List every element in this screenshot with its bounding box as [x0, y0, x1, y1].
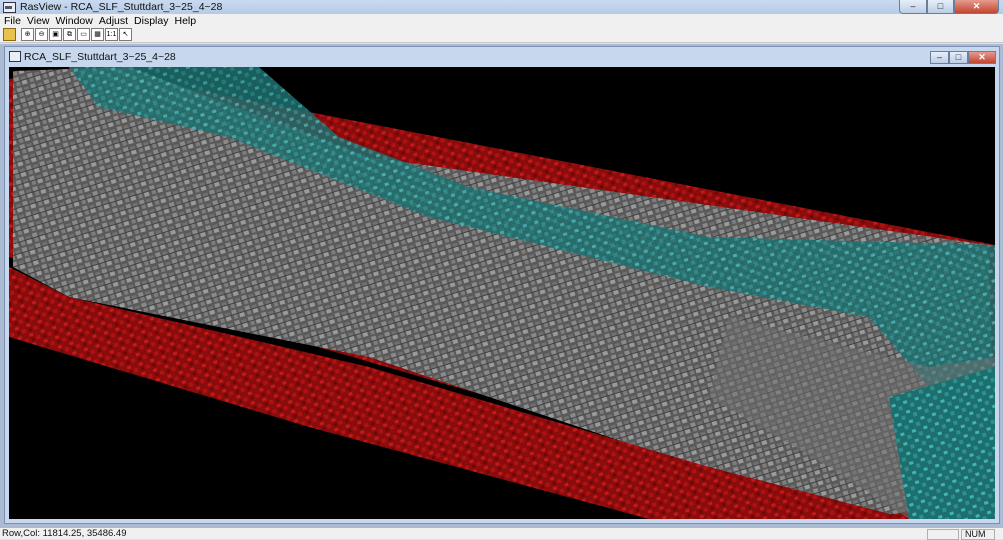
doc-close-button[interactable]: ✕ [968, 51, 996, 64]
doc-maximize-button[interactable]: □ [949, 51, 968, 64]
zoom-in-button[interactable]: ⊕ [21, 28, 34, 41]
document-title-bar[interactable]: RCA_SLF_Stuttdart_3~25_4~28 – □ ✕ [5, 47, 999, 66]
app-title-bar: RasView - RCA_SLF_Stuttdart_3~25_4~28 – … [0, 0, 1003, 14]
close-button[interactable]: ✕ [954, 0, 999, 14]
menu-display[interactable]: Display [131, 15, 171, 27]
maximize-button[interactable]: □ [927, 0, 954, 14]
app-title: RasView - RCA_SLF_Stuttdart_3~25_4~28 [20, 1, 223, 13]
view-grid-button[interactable]: ▦ [91, 28, 104, 41]
actual-size-button[interactable]: 1:1 [105, 28, 118, 41]
menu-file[interactable]: File [0, 15, 24, 27]
view-one-button[interactable]: ▭ [77, 28, 90, 41]
minimize-button[interactable]: – [899, 0, 927, 14]
status-bar: Row,Col: 11814.25, 35486.49 NUM [0, 528, 1003, 540]
view-one-icon: ▭ [80, 31, 87, 38]
toolbar: ⊕ ⊖ ▣ ⧉ ▭ ▦ 1:1 ↖ [0, 27, 1003, 43]
menu-adjust[interactable]: Adjust [96, 15, 131, 27]
document-window-controls: – □ ✕ [930, 51, 996, 64]
document-window: RCA_SLF_Stuttdart_3~25_4~28 – □ ✕ [4, 46, 1000, 524]
document-title: RCA_SLF_Stuttdart_3~25_4~28 [24, 50, 176, 63]
pan-button[interactable]: ⧉ [63, 28, 76, 41]
app-icon [3, 1, 16, 13]
fit-window-icon: ▣ [52, 31, 59, 38]
pointer-icon: ↖ [122, 31, 129, 38]
open-button[interactable] [3, 28, 16, 41]
status-coordinates: Row,Col: 11814.25, 35486.49 [2, 528, 127, 539]
view-grid-icon: ▦ [94, 31, 101, 38]
zoom-in-icon: ⊕ [24, 31, 31, 38]
anaglyph-image [9, 67, 995, 519]
status-pane-empty [927, 529, 959, 540]
pan-icon: ⧉ [67, 31, 72, 38]
doc-minimize-button[interactable]: – [930, 51, 949, 64]
mdi-client-area: RCA_SLF_Stuttdart_3~25_4~28 – □ ✕ [0, 44, 1003, 528]
window-controls: – □ ✕ [899, 0, 999, 14]
menu-view[interactable]: View [24, 15, 53, 27]
zoom-out-icon: ⊖ [38, 31, 45, 38]
menu-help[interactable]: Help [171, 15, 199, 27]
zoom-out-button[interactable]: ⊖ [35, 28, 48, 41]
image-view[interactable] [9, 67, 995, 519]
actual-size-icon: 1:1 [106, 31, 117, 38]
menu-bar: File View Window Adjust Display Help [0, 14, 1003, 27]
menu-window[interactable]: Window [53, 15, 96, 27]
status-num-lock: NUM [961, 529, 995, 540]
document-icon [9, 51, 21, 62]
fit-window-button[interactable]: ▣ [49, 28, 62, 41]
pointer-button[interactable]: ↖ [119, 28, 132, 41]
